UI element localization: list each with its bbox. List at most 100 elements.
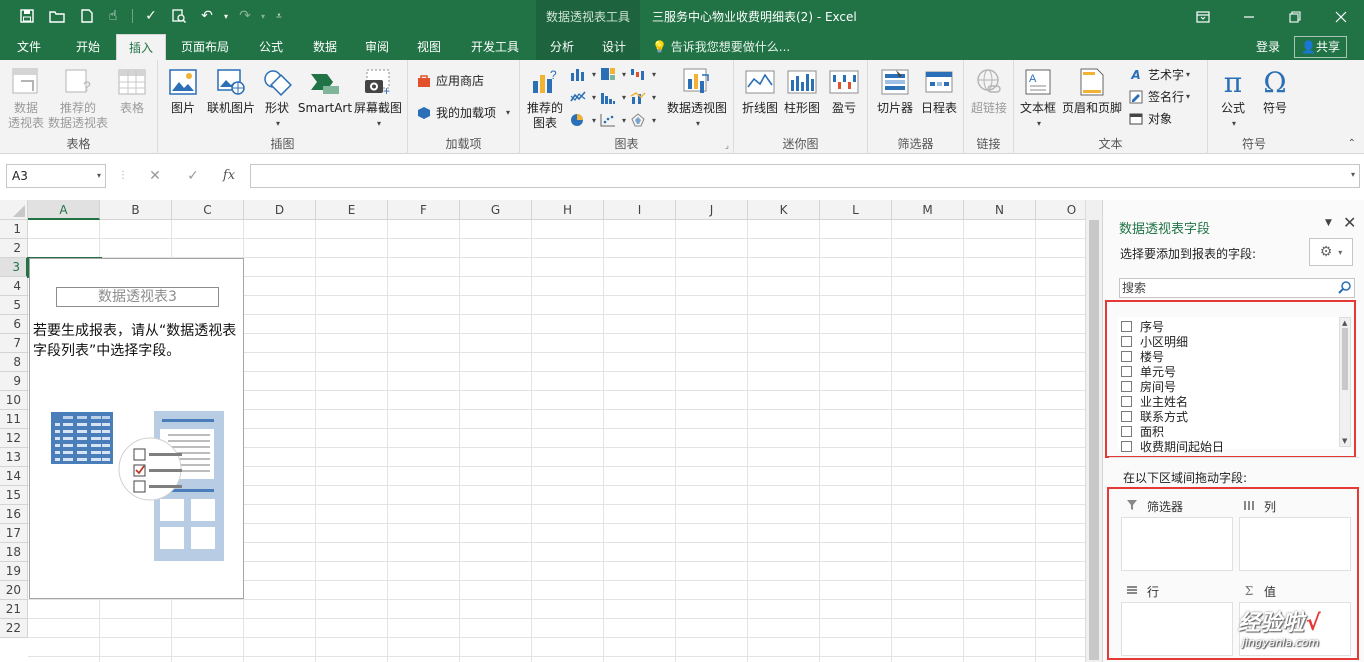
my-addins-button[interactable]: 我的加载项 ▾	[416, 104, 510, 121]
row-header[interactable]: 21	[0, 600, 28, 619]
insert-function-icon[interactable]: fx	[218, 166, 240, 186]
recommended-pivot-button[interactable]: ? 推荐的 数据透视表	[46, 66, 110, 131]
row-header[interactable]: 10	[0, 391, 28, 410]
line-chart-type-button[interactable]: ▾	[570, 89, 596, 105]
statistic-chart-button[interactable]: ▾	[600, 89, 626, 105]
row-header[interactable]: 14	[0, 467, 28, 486]
save-icon[interactable]	[16, 5, 38, 27]
open-folder-icon[interactable]	[46, 5, 68, 27]
row-header[interactable]: 13	[0, 448, 28, 467]
tab-insert[interactable]: 插入	[116, 34, 166, 60]
worksheet-grid[interactable]: ABCDEFGHIJKLMNO 1 2 3 4 5 6 7 8 9 10 11 12 13 14 15 16 1…	[0, 200, 1085, 662]
column-header[interactable]: K	[748, 200, 820, 220]
waterfall-chart-button[interactable]: ▾	[630, 66, 656, 82]
pane-close-icon[interactable]: ✕	[1343, 213, 1356, 232]
tell-me-search[interactable]: 💡 告诉我您想要做什么...	[652, 34, 790, 60]
row-header[interactable]: 16	[0, 505, 28, 524]
hyperlink-button[interactable]: 超链接	[968, 66, 1010, 116]
column-header[interactable]: G	[460, 200, 532, 220]
tab-home[interactable]: 开始	[62, 34, 114, 60]
column-header[interactable]: A	[28, 200, 100, 220]
tab-page-layout[interactable]: 页面布局	[172, 34, 238, 60]
column-chart-type-button[interactable]: ▾	[570, 66, 596, 82]
row-header[interactable]: 6	[0, 315, 28, 334]
screenshot-button[interactable]: + 屏幕截图 ▾	[352, 66, 404, 131]
vertical-scrollbar-thumb[interactable]	[1089, 220, 1099, 660]
tab-review[interactable]: 审阅	[352, 34, 402, 60]
row-header[interactable]: 18	[0, 543, 28, 562]
tab-data[interactable]: 数据	[300, 34, 350, 60]
name-box[interactable]: A3 ▾	[6, 164, 106, 188]
row-header[interactable]: 9	[0, 372, 28, 391]
select-all-corner[interactable]	[0, 200, 28, 220]
wordart-button[interactable]: A 艺术字 ▾	[1128, 66, 1190, 83]
tab-developer[interactable]: 开发工具	[460, 34, 530, 60]
touch-mode-icon[interactable]: ☝	[102, 5, 124, 27]
restore-icon[interactable]	[1272, 0, 1318, 34]
column-header[interactable]: H	[532, 200, 604, 220]
timeline-button[interactable]: 日程表	[918, 66, 960, 116]
ribbon-display-options-icon[interactable]	[1180, 0, 1226, 34]
column-header[interactable]: O	[1036, 200, 1085, 220]
tab-view[interactable]: 视图	[404, 34, 454, 60]
pivot-table-placeholder[interactable]: 数据透视表3 若要生成报表，请从“数据透视表字段列表”中选择字段。	[29, 258, 244, 599]
row-header[interactable]: 1	[0, 220, 28, 239]
column-header[interactable]: M	[892, 200, 964, 220]
tab-formulas[interactable]: 公式	[246, 34, 296, 60]
header-footer-button[interactable]: 页眉和页脚	[1060, 66, 1124, 116]
formula-input[interactable]: ▾	[250, 164, 1360, 188]
row-header[interactable]: 19	[0, 562, 28, 581]
pivot-table-button[interactable]: 数据 透视表	[6, 66, 46, 131]
print-preview-icon[interactable]	[168, 5, 190, 27]
tab-analyze[interactable]: 分析	[538, 34, 586, 60]
table-button[interactable]: 表格	[112, 66, 152, 116]
hierarchy-chart-button[interactable]: ▾	[600, 66, 626, 82]
online-pictures-button[interactable]: 联机图片	[204, 66, 258, 116]
row-header[interactable]: 7	[0, 334, 28, 353]
column-header[interactable]: N	[964, 200, 1036, 220]
shapes-button[interactable]: 形状 ▾	[260, 66, 294, 131]
column-header[interactable]: F	[388, 200, 460, 220]
field-layout-settings-button[interactable]: ⚙ ▾	[1309, 238, 1353, 266]
charts-dialog-launcher-icon[interactable]: ⌟	[725, 141, 729, 151]
scatter-chart-button[interactable]: ▾	[600, 112, 626, 128]
row-header[interactable]: 5	[0, 296, 28, 315]
vertical-scrollbar[interactable]	[1085, 200, 1102, 662]
object-button[interactable]: 对象	[1128, 110, 1172, 127]
new-file-icon[interactable]	[76, 5, 98, 27]
row-header[interactable]: 20	[0, 581, 28, 600]
confirm-entry-icon[interactable]: ✓	[182, 166, 204, 186]
sparkline-winloss-button[interactable]: 盈亏	[824, 66, 864, 116]
column-header[interactable]: I	[604, 200, 676, 220]
share-button[interactable]: 👤共享	[1294, 36, 1347, 58]
customize-qa-icon[interactable]: ⩡	[268, 5, 290, 27]
column-header[interactable]: B	[100, 200, 172, 220]
row-header[interactable]: 22	[0, 619, 28, 638]
row-header[interactable]: 17	[0, 524, 28, 543]
column-header[interactable]: L	[820, 200, 892, 220]
collapse-ribbon-icon[interactable]: ⌃	[1348, 138, 1356, 149]
pie-chart-type-button[interactable]: ▾	[570, 112, 596, 128]
spelling-icon[interactable]: ✓	[140, 5, 162, 27]
equation-button[interactable]: π 公式 ▾	[1212, 66, 1254, 131]
column-header[interactable]: E	[316, 200, 388, 220]
recommended-charts-button[interactable]: ? 推荐的 图表	[524, 66, 566, 131]
pivot-chart-button[interactable]: 数据透视图 ▾	[664, 66, 730, 131]
field-search-input[interactable]: 搜索	[1119, 278, 1355, 298]
column-header[interactable]: D	[244, 200, 316, 220]
tab-design[interactable]: 设计	[590, 34, 638, 60]
close-icon[interactable]	[1318, 0, 1364, 34]
tab-file[interactable]: 文件	[0, 34, 58, 60]
picture-button[interactable]: 图片	[166, 66, 200, 116]
row-header[interactable]: 3	[0, 258, 28, 277]
slicer-button[interactable]: 切片器	[874, 66, 916, 116]
signature-line-button[interactable]: 签名行 ▾	[1128, 88, 1190, 105]
sign-in-link[interactable]: 登录	[1256, 34, 1280, 60]
smartart-button[interactable]: SmartArt	[298, 66, 352, 116]
sparkline-column-button[interactable]: 柱形图	[782, 66, 822, 116]
store-button[interactable]: 应用商店	[416, 72, 484, 89]
row-header[interactable]: 2	[0, 239, 28, 258]
row-header[interactable]: 8	[0, 353, 28, 372]
pane-options-dropdown-icon[interactable]: ▼	[1325, 218, 1332, 228]
row-header[interactable]: 15	[0, 486, 28, 505]
